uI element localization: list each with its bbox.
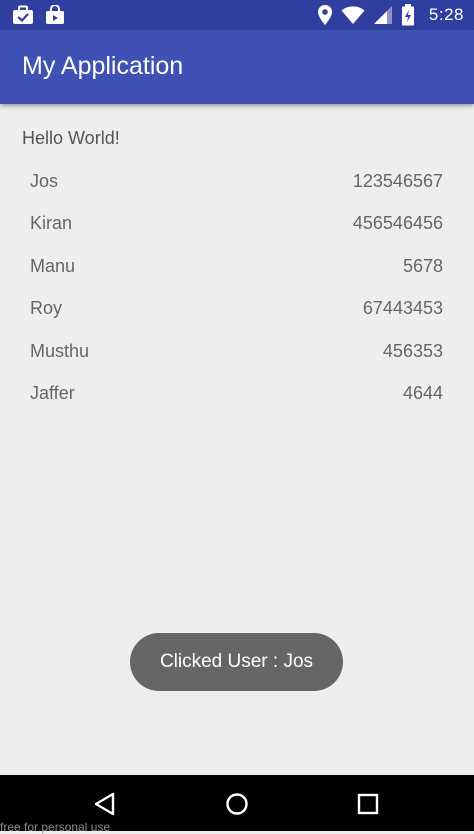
watermark-text: free for personal use bbox=[0, 820, 111, 834]
battery-icon bbox=[401, 4, 414, 26]
wifi-icon bbox=[341, 6, 365, 24]
user-list: Jos 123546567 Kiran 456546456 Manu 5678 … bbox=[30, 160, 443, 415]
user-phone: 456546456 bbox=[352, 213, 443, 234]
recents-icon[interactable] bbox=[355, 791, 381, 817]
app-title: My Application bbox=[22, 52, 184, 80]
briefcase-check-icon bbox=[13, 5, 33, 24]
cell-signal-icon bbox=[373, 6, 392, 24]
toast-text: Clicked User : Jos bbox=[159, 651, 314, 672]
status-bar: 5:28 bbox=[0, 0, 474, 30]
toast-message: Clicked User : Jos bbox=[130, 633, 343, 691]
user-name: Jaffer bbox=[30, 383, 75, 404]
user-phone: 123546567 bbox=[352, 170, 443, 191]
user-phone: 456353 bbox=[382, 340, 443, 361]
app-bar: My Application bbox=[0, 30, 474, 104]
user-row[interactable]: Roy 67443453 bbox=[30, 288, 443, 331]
user-row[interactable]: Kiran 456546456 bbox=[30, 203, 443, 246]
user-name: Kiran bbox=[30, 213, 73, 234]
user-row[interactable]: Manu 5678 bbox=[30, 245, 443, 288]
user-name: Musthu bbox=[30, 340, 90, 361]
back-icon[interactable] bbox=[92, 791, 118, 817]
user-phone: 5678 bbox=[402, 255, 443, 276]
user-row[interactable]: Jaffer 4644 bbox=[30, 373, 443, 416]
user-row[interactable]: Jos 123546567 bbox=[30, 160, 443, 203]
status-time: 5:28 bbox=[428, 5, 464, 24]
shopping-bag-icon bbox=[46, 5, 64, 24]
user-phone: 4644 bbox=[402, 383, 443, 404]
hello-text: Hello World! bbox=[22, 128, 120, 148]
user-row[interactable]: Musthu 456353 bbox=[30, 330, 443, 373]
user-name: Roy bbox=[30, 298, 63, 319]
user-phone: 67443453 bbox=[362, 298, 443, 319]
location-icon bbox=[317, 5, 332, 25]
user-name: Manu bbox=[30, 255, 76, 276]
user-name: Jos bbox=[30, 170, 59, 191]
home-icon[interactable] bbox=[224, 791, 250, 817]
